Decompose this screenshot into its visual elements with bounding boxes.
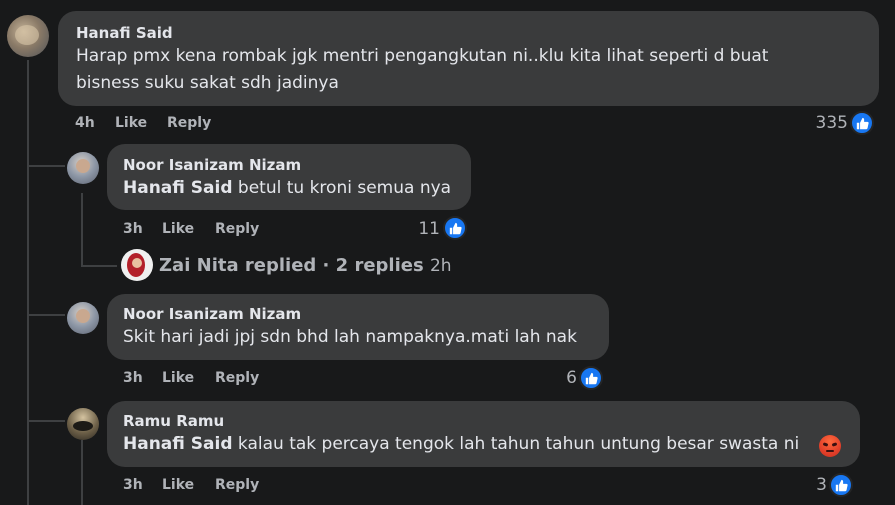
thread-line-nested <box>81 193 83 266</box>
like-count[interactable]: 3 <box>787 475 827 495</box>
thread-branch-1 <box>27 165 65 167</box>
reply-button[interactable]: Reply <box>215 477 259 493</box>
thumbs-up-icon[interactable] <box>829 473 853 497</box>
comment-text: Skit hari jadi jpj sdn bhd lah nampaknya… <box>123 327 577 347</box>
like-count[interactable]: 6 <box>537 368 577 388</box>
thumbs-up-icon[interactable] <box>443 216 467 240</box>
comment-author[interactable]: Ramu Ramu <box>123 412 224 430</box>
comment-time[interactable]: 3h <box>123 370 143 386</box>
like-count[interactable]: 11 <box>400 219 440 239</box>
comment-text-line2: bisness suku sakat sdh jadinya <box>76 73 339 93</box>
comment-text: Hanafi Said betul tu kroni semua nya <box>123 175 451 202</box>
avatar[interactable] <box>67 302 99 334</box>
like-button[interactable]: Like <box>115 115 147 131</box>
avatar[interactable] <box>67 408 99 440</box>
comment-text: Hanafi Said kalau tak percaya tengok lah… <box>123 431 799 458</box>
comment-time[interactable]: 4h <box>75 115 95 131</box>
thumbs-up-icon[interactable] <box>579 366 603 390</box>
replies-label[interactable]: Zai Nita replied · 2 replies <box>159 255 424 276</box>
thumbs-up-icon[interactable] <box>850 111 874 135</box>
comment-author[interactable]: Noor Isanizam Nizam <box>123 156 301 174</box>
reply-button[interactable]: Reply <box>215 370 259 386</box>
thread-line-main <box>27 60 29 505</box>
reply-button[interactable]: Reply <box>215 221 259 237</box>
thread-branch-2 <box>27 314 65 316</box>
comment-time[interactable]: 3h <box>123 221 143 237</box>
comment-text: Harap pmx kena rombak jgk mentri pengang… <box>76 46 769 66</box>
avatar[interactable] <box>121 249 153 281</box>
like-button[interactable]: Like <box>162 221 194 237</box>
comment-time[interactable]: 3h <box>123 477 143 493</box>
like-button[interactable]: Like <box>162 370 194 386</box>
reply-button[interactable]: Reply <box>167 115 211 131</box>
like-count[interactable]: 335 <box>800 113 848 133</box>
mention-link[interactable]: Hanafi Said <box>123 434 233 454</box>
angry-face-icon <box>819 435 841 457</box>
comment-body: kalau tak percaya tengok lah tahun tahun… <box>232 434 800 454</box>
replies-time: 2h <box>429 256 452 276</box>
like-button[interactable]: Like <box>162 477 194 493</box>
comment-author[interactable]: Hanafi Said <box>76 24 173 42</box>
comment-author[interactable]: Noor Isanizam Nizam <box>123 305 301 323</box>
thread-branch-nested <box>81 265 117 267</box>
thread-branch-3 <box>27 420 65 422</box>
view-replies-link[interactable]: Zai Nita replied · 2 replies 2h <box>159 255 452 276</box>
mention-link[interactable]: Hanafi Said <box>123 178 233 198</box>
avatar[interactable] <box>67 152 99 184</box>
thread-line-nested-3 <box>81 440 83 505</box>
avatar[interactable] <box>7 15 49 57</box>
comment-body: betul tu kroni semua nya <box>232 178 452 198</box>
